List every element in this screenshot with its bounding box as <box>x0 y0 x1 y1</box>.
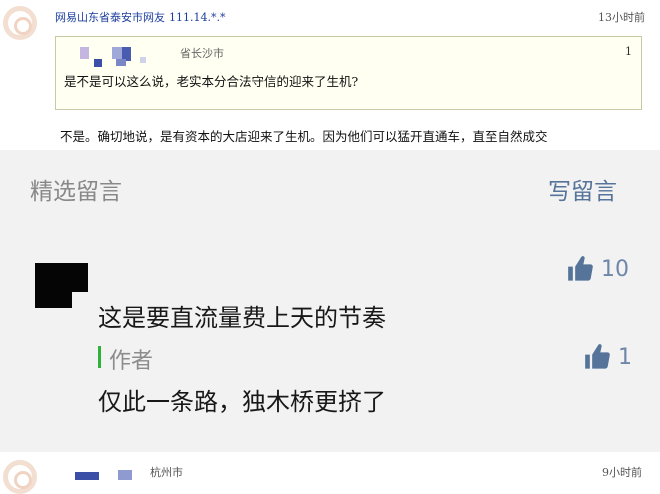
quoted-post: 省长沙市 1 是不是可以这么说，老实本分合法守信的迎来了生机? <box>55 36 642 110</box>
comments-section-title: 精选留言 <box>30 179 122 205</box>
mosaic-block <box>80 47 89 59</box>
mosaic-block <box>75 472 99 480</box>
mosaic-block <box>116 59 126 66</box>
mosaic-block <box>94 59 102 67</box>
post-username[interactable]: 网易山东省泰安市网友 111.14.*.* <box>55 9 225 25</box>
avatar-watermark-icon <box>3 460 37 494</box>
forum-post: 网易山东省泰安市网友 111.14.*.* 13小时前 省长沙市 1 是不是可以这… <box>0 0 660 150</box>
thumbs-up-icon <box>568 256 593 281</box>
comment-text: 这是要直流量费上天的节奏 <box>98 304 386 332</box>
write-comment-button[interactable]: 写留言 <box>548 172 617 206</box>
author-indicator <box>98 346 101 368</box>
thumbs-up-icon <box>585 344 610 369</box>
author-like-button[interactable]: 1 <box>584 343 632 371</box>
mosaic-block <box>118 470 132 480</box>
mosaic-block <box>112 47 122 59</box>
post-time: 9小时前 <box>602 466 642 479</box>
like-button[interactable]: 10 <box>567 255 629 283</box>
avatar-mask <box>72 292 88 308</box>
forum-post: 杭州市 9小时前 <box>0 452 660 494</box>
mosaic-block <box>140 57 146 63</box>
post-time: 13小时前 <box>598 11 645 24</box>
quote-floor-number: 1 <box>625 45 632 58</box>
post-location: 杭州市 <box>150 466 183 479</box>
author-reply-text: 仅此一条路，独木桥更挤了 <box>98 388 386 416</box>
reply-text: 不是。确切地说，是有资本的大店迎来了生机。因为他们可以猛开直通车，直至自然成交 <box>60 129 548 144</box>
author-label: 作者 <box>109 349 154 374</box>
quote-text: 是不是可以这么说，老实本分合法守信的迎来了生机? <box>64 74 359 89</box>
avatar-watermark-icon <box>3 6 37 40</box>
quote-location: 省长沙市 <box>180 47 224 60</box>
author-like-count: 1 <box>618 344 632 370</box>
like-count: 10 <box>601 256 629 282</box>
